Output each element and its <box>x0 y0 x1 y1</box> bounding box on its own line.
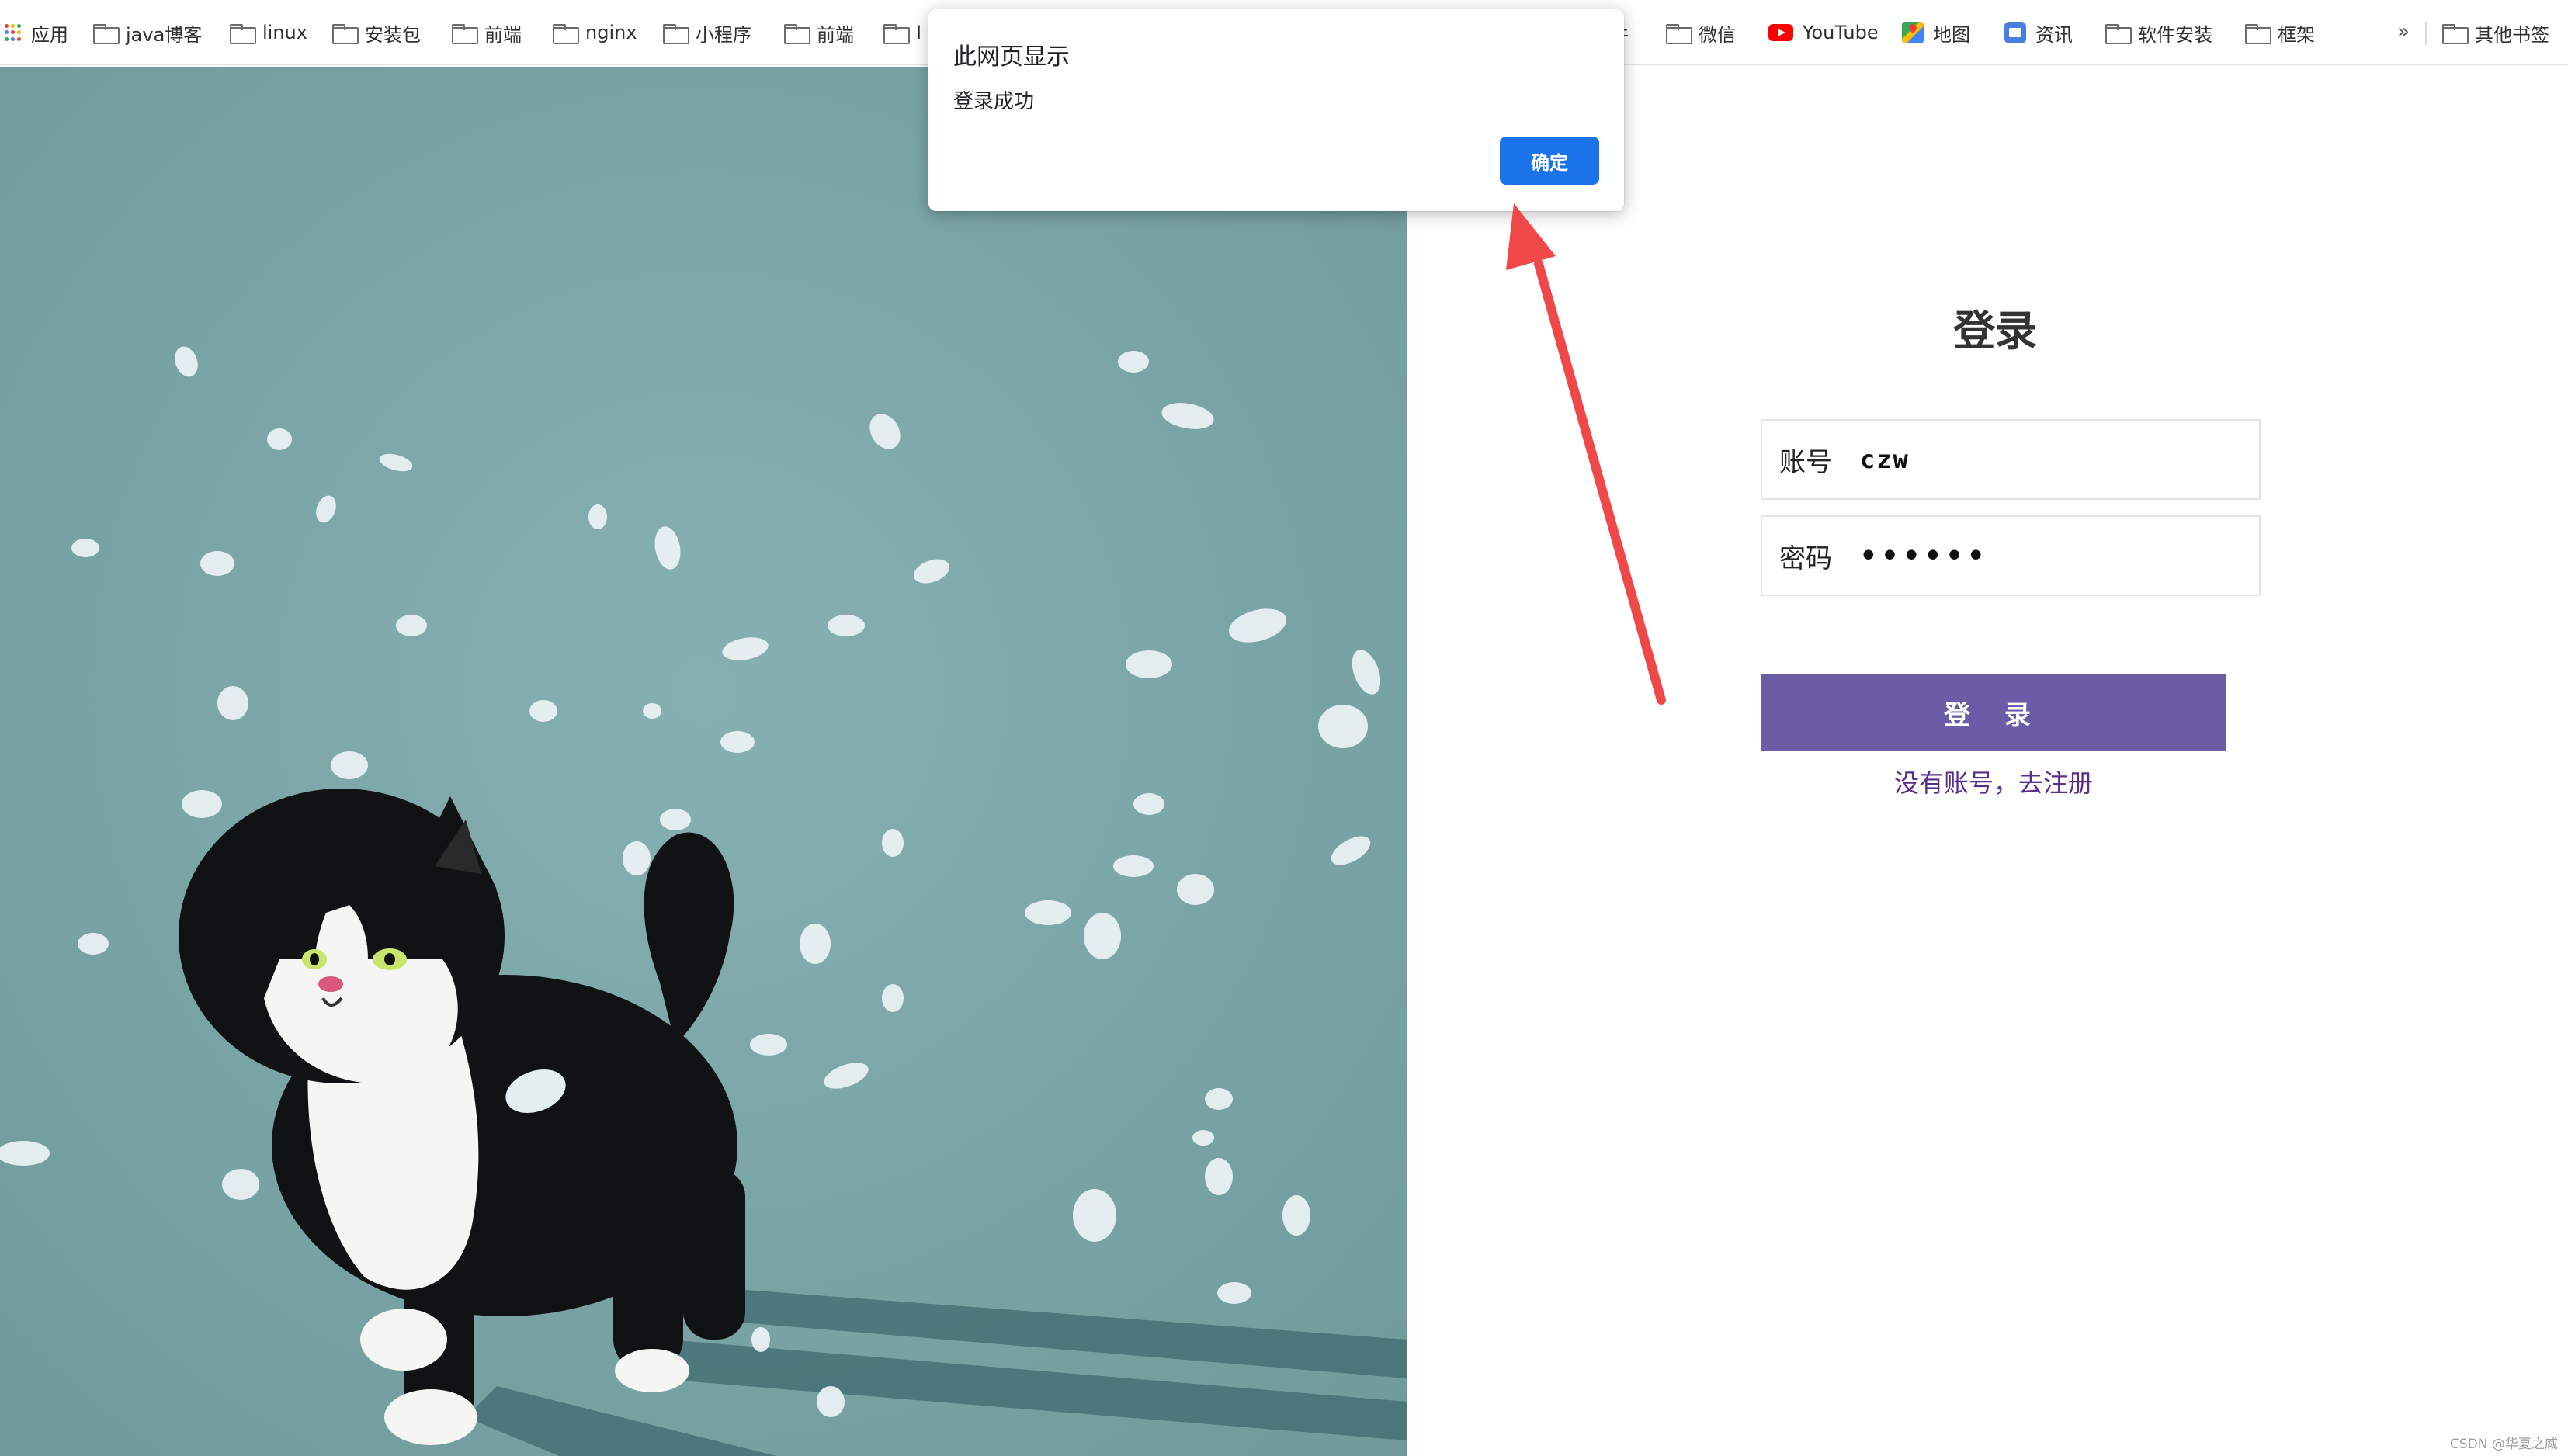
bookmark-label: 小程序 <box>696 23 751 46</box>
bookmark-label: I <box>916 22 922 43</box>
bookmark-java-blog[interactable]: java博客 <box>93 19 202 47</box>
account-label: 账号 <box>1779 446 1832 478</box>
folder-icon <box>2245 24 2271 44</box>
folder-icon <box>1666 24 1692 44</box>
maps-icon <box>1902 22 1924 43</box>
bookmark-label: 前端 <box>484 23 522 46</box>
folder-icon <box>452 24 478 44</box>
password-input[interactable]: •••••• <box>1860 540 1989 572</box>
bookmark-label: 前端 <box>817 23 854 46</box>
youtube-icon <box>1768 24 1793 41</box>
folder-icon <box>553 24 579 44</box>
bookmark-installers[interactable]: 安装包 <box>332 19 421 47</box>
apps-grid-icon <box>5 24 22 41</box>
bookmark-label: 软件安装 <box>2138 23 2212 46</box>
bookmark-other[interactable]: 其他书签 <box>2442 19 2549 47</box>
folder-icon <box>93 24 120 44</box>
bookmarks-divider <box>2425 22 2427 45</box>
arrow-shaft <box>1534 259 1666 705</box>
bookmark-partial[interactable]: I <box>883 19 921 47</box>
account-input[interactable]: czw <box>1860 445 1910 474</box>
watermark: CSDN @华夏之威 <box>2450 1437 2558 1452</box>
bookmark-linux[interactable]: linux <box>230 19 307 47</box>
bookmark-label: 微信 <box>1699 23 1736 46</box>
bookmark-label: nginx <box>585 22 637 43</box>
register-link[interactable]: 没有账号，去注册 <box>1761 764 2226 799</box>
password-label: 密码 <box>1779 543 1832 574</box>
bookmarks-overflow-button[interactable]: » <box>2397 20 2410 43</box>
cat-illustration-image <box>0 67 1407 1456</box>
bookmark-maps[interactable]: 地图 <box>1902 19 1970 47</box>
bookmark-news[interactable]: 资讯 <box>2004 19 2073 47</box>
news-icon <box>2004 22 2026 43</box>
bookmark-frontend-2[interactable]: 前端 <box>784 19 854 47</box>
login-button[interactable]: 登 录 <box>1761 674 2226 751</box>
alert-ok-button[interactable]: 确定 <box>1500 137 1599 185</box>
bookmark-label: YouTube <box>1803 22 1879 43</box>
bookmark-miniprogram[interactable]: 小程序 <box>663 19 751 47</box>
bookmark-youtube[interactable]: YouTube <box>1768 19 1879 47</box>
password-field[interactable]: 密码 •••••• <box>1761 515 2261 596</box>
folder-icon <box>332 24 359 44</box>
folder-icon <box>883 24 910 44</box>
bookmark-label: 资讯 <box>2035 23 2073 46</box>
alert-title: 此网页显示 <box>953 43 1070 71</box>
bookmark-label: 其他书签 <box>2475 23 2549 46</box>
folder-icon <box>784 24 810 44</box>
folder-icon <box>2105 24 2132 44</box>
folder-icon <box>2442 24 2469 44</box>
bookmark-nginx[interactable]: nginx <box>553 19 637 47</box>
bookmark-label: linux <box>262 22 307 43</box>
bookmark-label: 框架 <box>2278 23 2315 46</box>
alert-dialog: 此网页显示 登录成功 确定 <box>928 9 1624 211</box>
bookmark-frameworks[interactable]: 框架 <box>2245 19 2315 47</box>
bookmark-frontend[interactable]: 前端 <box>452 19 522 47</box>
folder-icon <box>663 24 689 44</box>
bookmark-label: 应用 <box>31 23 68 46</box>
bookmark-apps[interactable]: 应用 <box>5 19 68 47</box>
bookmark-software[interactable]: 软件安装 <box>2105 19 2212 47</box>
account-field[interactable]: 账号 czw <box>1761 419 2261 500</box>
bookmark-label: java博客 <box>126 23 203 46</box>
arrow-head <box>1506 203 1556 270</box>
folder-icon <box>230 24 256 44</box>
login-title: 登录 <box>1953 307 2037 355</box>
cat-illustration <box>0 67 1407 1456</box>
bookmark-label: 安装包 <box>365 23 421 46</box>
bookmark-wechat[interactable]: 微信 <box>1666 19 1736 47</box>
bookmark-label: 地图 <box>1933 23 1970 46</box>
alert-message: 登录成功 <box>953 90 1035 113</box>
